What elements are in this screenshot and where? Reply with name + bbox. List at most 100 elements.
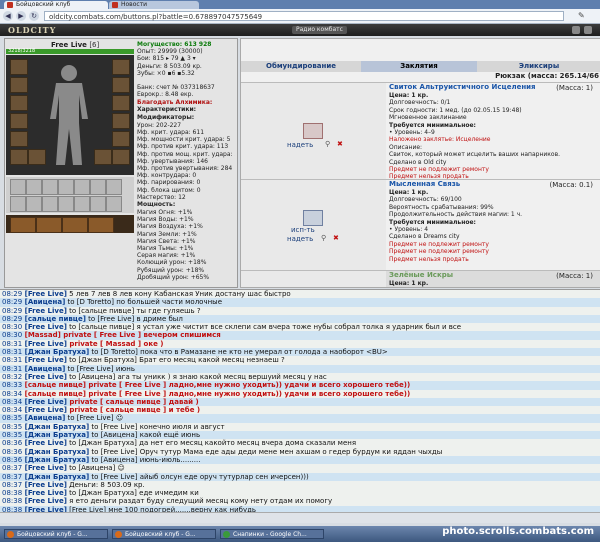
chat-time[interactable]: 08:37 [2,464,22,472]
chat-sender[interactable]: [Free Live] [22,481,67,489]
delete-icon[interactable]: ✖ [333,234,339,242]
chat-time[interactable]: 08:35 [2,431,22,439]
taskbar-button[interactable]: Бойцовский клуб - G... [112,529,216,539]
chat-time[interactable]: 08:31 [2,365,22,373]
section-modifiers[interactable]: Модификаторы: [137,114,235,122]
chat-sender[interactable]: [Free Live] [22,323,67,331]
chat-sender[interactable]: [Free Live] [22,489,67,497]
chat-time[interactable]: 08:30 [2,323,22,331]
chat-sender[interactable]: [Джан Братуха] [22,431,90,439]
chat-sender[interactable]: [Free Live] [22,307,67,315]
ring3-slot[interactable] [94,149,112,165]
belt-slot-10[interactable] [42,196,58,212]
belt-slot[interactable] [10,149,28,165]
belt-slot-2[interactable] [26,179,42,195]
belt-slot-1[interactable] [10,179,26,195]
tab-elixirs[interactable]: Эликсиры [477,61,600,72]
belt-slot-14[interactable] [106,196,122,212]
tab-equipment[interactable]: Обмундирование [241,61,361,72]
chat-time[interactable]: 08:37 [2,473,22,481]
earrings-slot[interactable] [10,77,28,93]
chat-sender[interactable]: [Free Live] [22,356,67,364]
belt-slot-6[interactable] [90,179,106,195]
amulet-slot[interactable] [10,95,28,111]
belt-slot-3[interactable] [42,179,58,195]
belt-slot-13[interactable] [90,196,106,212]
chat-sender[interactable]: [Джан Братуха] [22,456,90,464]
leggings-slot[interactable] [112,113,130,129]
chat-sender[interactable]: [Free Live] [22,340,67,348]
belt-slot-12[interactable] [74,196,90,212]
ring-slot[interactable] [28,149,46,165]
radio-button[interactable]: Радио комбатс [292,26,347,34]
chat-input[interactable] [0,512,600,523]
chat-time[interactable]: 08:36 [2,456,22,464]
bracers-slot[interactable] [112,95,130,111]
quick-item-4[interactable] [88,217,114,233]
url-field[interactable]: oldcity.combats.com/buttons.pl?battle=0.… [44,11,564,21]
chat-sender[interactable]: [Авицена] [22,298,66,306]
scroll-icon[interactable] [303,123,323,139]
chat-time[interactable]: 08:34 [2,398,22,406]
section-power[interactable]: Мощность: [137,201,235,209]
chat-sender[interactable]: [Free Live] [22,406,67,414]
chat-time[interactable]: 08:29 [2,315,22,323]
chat-time[interactable]: 08:33 [2,381,22,389]
chat-sender[interactable]: [Free Live] [22,464,67,472]
chat-time[interactable]: 08:35 [2,414,22,422]
chat-time[interactable]: 08:31 [2,356,22,364]
quick-item-3[interactable] [62,217,88,233]
taskbar-button[interactable]: Снапинки - Google Ch... [220,529,324,539]
back-button[interactable]: ◀ [3,11,13,21]
section-characteristics[interactable]: Характеристики: [137,106,235,114]
chat-sender[interactable]: [Free Live] [22,290,67,298]
belt-slot-11[interactable] [58,196,74,212]
wrench-icon[interactable]: ✎ [578,11,590,21]
close-icon[interactable] [584,26,592,34]
info-icon[interactable]: ⚲ [325,140,330,148]
chat-time[interactable]: 08:38 [2,497,22,505]
chat-time[interactable]: 08:34 [2,390,22,398]
chat-time[interactable]: 08:35 [2,423,22,431]
chat-sender[interactable]: [Джан Братуха] [22,473,90,481]
info-icon[interactable]: ⚲ [321,234,326,242]
chat-time[interactable]: 08:31 [2,348,22,356]
chat-time[interactable]: 08:31 [2,340,22,348]
tab-spells[interactable]: Заклятия [361,61,477,72]
belt-slot-5[interactable] [74,179,90,195]
helmet-slot[interactable] [10,59,28,75]
quick-item-1[interactable] [10,217,36,233]
character-name[interactable]: Free Live [6] [51,41,99,49]
boots-slot[interactable] [112,131,130,147]
quick-item-2[interactable] [36,217,62,233]
chat-sender[interactable]: [Авицена] [22,365,66,373]
chat-sender[interactable]: [Джан Братуха] [22,348,90,356]
chat-time[interactable]: 08:36 [2,448,22,456]
chat-time[interactable]: 08:29 [2,298,22,306]
belt-slot-8[interactable] [10,196,26,212]
chat-time[interactable]: 08:36 [2,439,22,447]
equip-link[interactable]: надеть [287,141,313,149]
magic-icon[interactable] [303,210,323,226]
chat-sender[interactable]: [Free Live] [22,398,67,406]
chat-sender[interactable]: [Джан Братуха] [22,448,90,456]
weapon-slot[interactable] [10,113,28,129]
chat-sender[interactable]: [Джан Братуха] [22,423,90,431]
chat-time[interactable]: 08:29 [2,290,22,298]
shield-slot[interactable] [112,77,130,93]
gloves-slot[interactable] [112,59,130,75]
chat-sender[interactable]: [Massad] [22,331,61,339]
chat-sender[interactable]: [сальце пивце] [22,390,86,398]
chat-sender[interactable]: [Free Live] [22,373,67,381]
delete-icon[interactable]: ✖ [337,140,343,148]
chat-time[interactable]: 08:38 [2,489,22,497]
chat-time[interactable]: 08:37 [2,481,22,489]
ring2-slot[interactable] [112,149,130,165]
equip-link[interactable]: надеть [287,235,313,243]
chat-time[interactable]: 08:32 [2,373,22,381]
browser-tab-news[interactable]: Новости [109,1,199,9]
belt-slot-9[interactable] [26,196,42,212]
taskbar-button[interactable]: Бойцовский клуб - G... [4,529,108,539]
forward-button[interactable]: ▶ [16,11,26,21]
chat-sender[interactable]: [сальце пивце] [22,315,86,323]
